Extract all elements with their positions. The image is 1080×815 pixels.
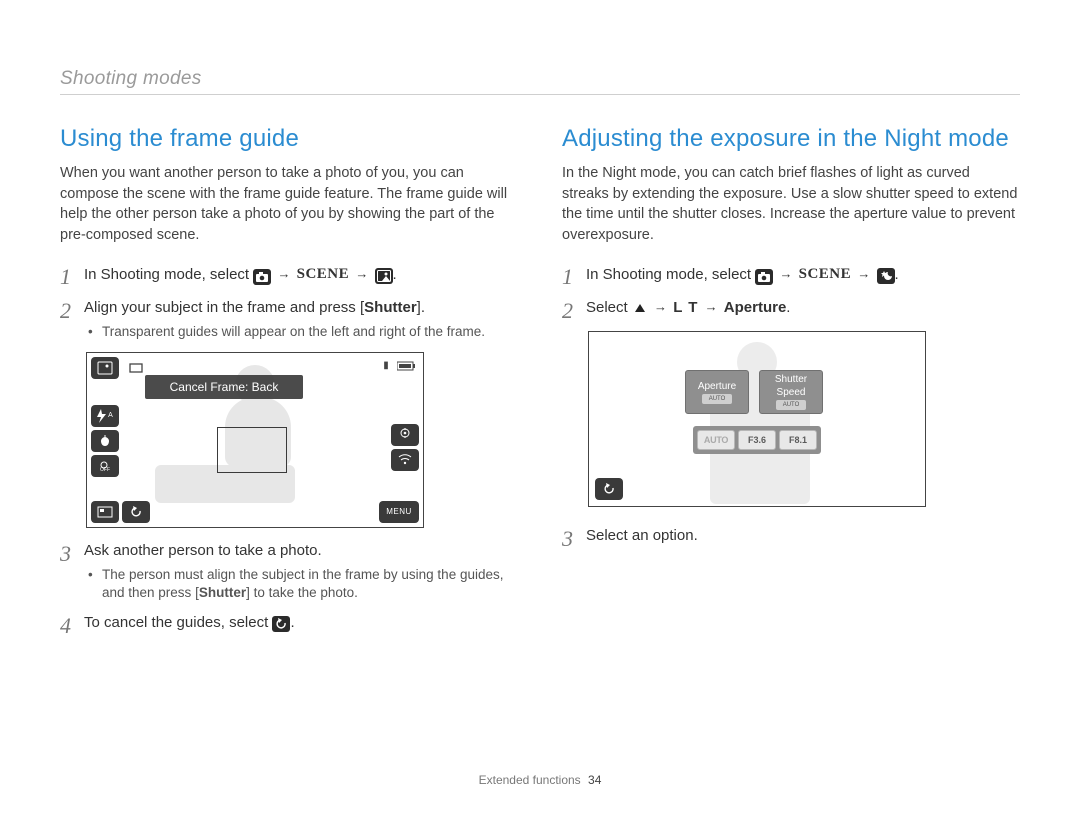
gallery-icon: [91, 501, 119, 523]
back-icon: [595, 478, 623, 500]
auto-badge: AUTO: [776, 400, 806, 410]
right-step-2: Select → L T → Aperture.: [562, 297, 1020, 320]
counter-icon: ▮: [379, 357, 393, 375]
left-step-4: To cancel the guides, select .: [60, 612, 518, 635]
step-text: To cancel the guides, select: [84, 614, 272, 631]
screenshot-right-icons: ▮: [389, 357, 419, 471]
tab-label: Speed: [777, 387, 806, 398]
up-triangle-icon: [632, 301, 648, 315]
step-text: Align your subject in the frame and pres…: [84, 299, 364, 316]
page-footer: Extended functions 34: [0, 773, 1080, 787]
aperture-label: Aperture: [724, 299, 787, 316]
screenshot-left-icons: A OFF: [91, 357, 121, 477]
header-divider: [60, 94, 1020, 95]
signal-icon: [391, 449, 419, 471]
lt-label: L T: [673, 299, 698, 316]
location-icon: [391, 424, 419, 446]
step-text: ].: [417, 299, 425, 316]
aperture-values: AUTO F3.6 F8.1: [693, 426, 821, 454]
screenshot-back-corner: [595, 478, 623, 500]
content-columns: Using the frame guide When you want anot…: [60, 125, 1020, 645]
step-text: Select an option.: [586, 527, 698, 544]
focus-rectangle: [217, 427, 287, 473]
sub-bullet: The person must align the subject in the…: [88, 566, 518, 602]
aperture-value: F3.6: [738, 430, 776, 450]
page-header: Shooting modes: [60, 68, 1020, 90]
arrow-icon: →: [855, 266, 872, 281]
right-steps: In Shooting mode, select → SCENE → . Sel…: [562, 263, 1020, 319]
left-step-2-sub: Transparent guides will appear on the le…: [84, 323, 518, 341]
back-icon: [272, 616, 290, 632]
screenshot-bottom-right: MENU: [379, 501, 419, 523]
aperture-value-auto: AUTO: [697, 430, 735, 450]
step-text: In Shooting mode, select: [84, 266, 253, 283]
left-intro: When you want another person to take a p…: [60, 163, 518, 245]
sub-bullet: Transparent guides will appear on the le…: [88, 323, 518, 341]
single-shot-icon: [125, 359, 147, 377]
frame-guide-mode-icon: [375, 268, 393, 284]
flash-auto-icon: A: [91, 405, 119, 427]
night-mode-icon: [877, 268, 895, 284]
battery-icon: [395, 357, 419, 375]
svg-text:OFF: OFF: [100, 467, 110, 472]
left-step-2: Align your subject in the frame and pres…: [60, 297, 518, 342]
arrow-icon: →: [353, 266, 370, 281]
shutter-label: Shutter: [199, 585, 246, 600]
left-step-1: In Shooting mode, select → SCENE → .: [60, 263, 518, 287]
left-section-title: Using the frame guide: [60, 125, 518, 153]
footer-page-number: 34: [588, 773, 601, 787]
arrow-icon: →: [652, 299, 669, 314]
right-section-title: Adjusting the exposure in the Night mode: [562, 125, 1020, 153]
arrow-icon: →: [703, 299, 720, 314]
aperture-value: F8.1: [779, 430, 817, 450]
step-text: Ask another person to take a photo.: [84, 542, 322, 559]
tab-label: Shutter: [775, 374, 807, 385]
right-step-3: Select an option.: [562, 525, 1020, 548]
screenshot-bottom-left: [91, 501, 150, 523]
left-steps: In Shooting mode, select → SCENE → . Ali…: [60, 263, 518, 341]
footer-section: Extended functions: [479, 773, 581, 787]
right-column: Adjusting the exposure in the Night mode…: [562, 125, 1020, 645]
left-column: Using the frame guide When you want anot…: [60, 125, 518, 645]
exposure-tabs: Aperture AUTO Shutter Speed AUTO: [685, 370, 823, 414]
scene-label: SCENE: [297, 266, 350, 282]
camera-icon: [253, 269, 271, 285]
arrow-icon: →: [275, 266, 292, 281]
mode-icon: [91, 357, 119, 379]
sub-text: ] to take the photo.: [246, 585, 358, 600]
left-step-3-sub: The person must align the subject in the…: [84, 566, 518, 602]
left-steps-cont: Ask another person to take a photo. The …: [60, 540, 518, 635]
arrow-icon: →: [777, 266, 794, 281]
camera-icon: [755, 269, 773, 285]
right-step-1: In Shooting mode, select → SCENE → .: [562, 263, 1020, 287]
aperture-tab: Aperture AUTO: [685, 370, 749, 414]
step-text: In Shooting mode, select: [586, 266, 755, 283]
back-icon: [122, 501, 150, 523]
face-off-icon: OFF: [91, 455, 119, 477]
shutter-speed-tab: Shutter Speed AUTO: [759, 370, 823, 414]
night-mode-screenshot: Aperture AUTO Shutter Speed AUTO AUTO F3…: [588, 331, 926, 507]
right-intro: In the Night mode, you can catch brief f…: [562, 163, 1020, 245]
scene-label: SCENE: [799, 266, 852, 282]
shutter-label: Shutter: [364, 299, 417, 316]
left-step-3: Ask another person to take a photo. The …: [60, 540, 518, 603]
auto-badge: AUTO: [702, 394, 732, 404]
macro-icon: [91, 430, 119, 452]
tab-label: Aperture: [698, 381, 736, 392]
right-steps-cont: Select an option.: [562, 525, 1020, 548]
cancel-frame-banner: Cancel Frame: Back: [145, 375, 303, 399]
menu-icon: MENU: [379, 501, 419, 523]
step-text: Select: [586, 299, 632, 316]
frame-guide-screenshot: A OFF Cancel Frame: Back ▮: [86, 352, 424, 528]
